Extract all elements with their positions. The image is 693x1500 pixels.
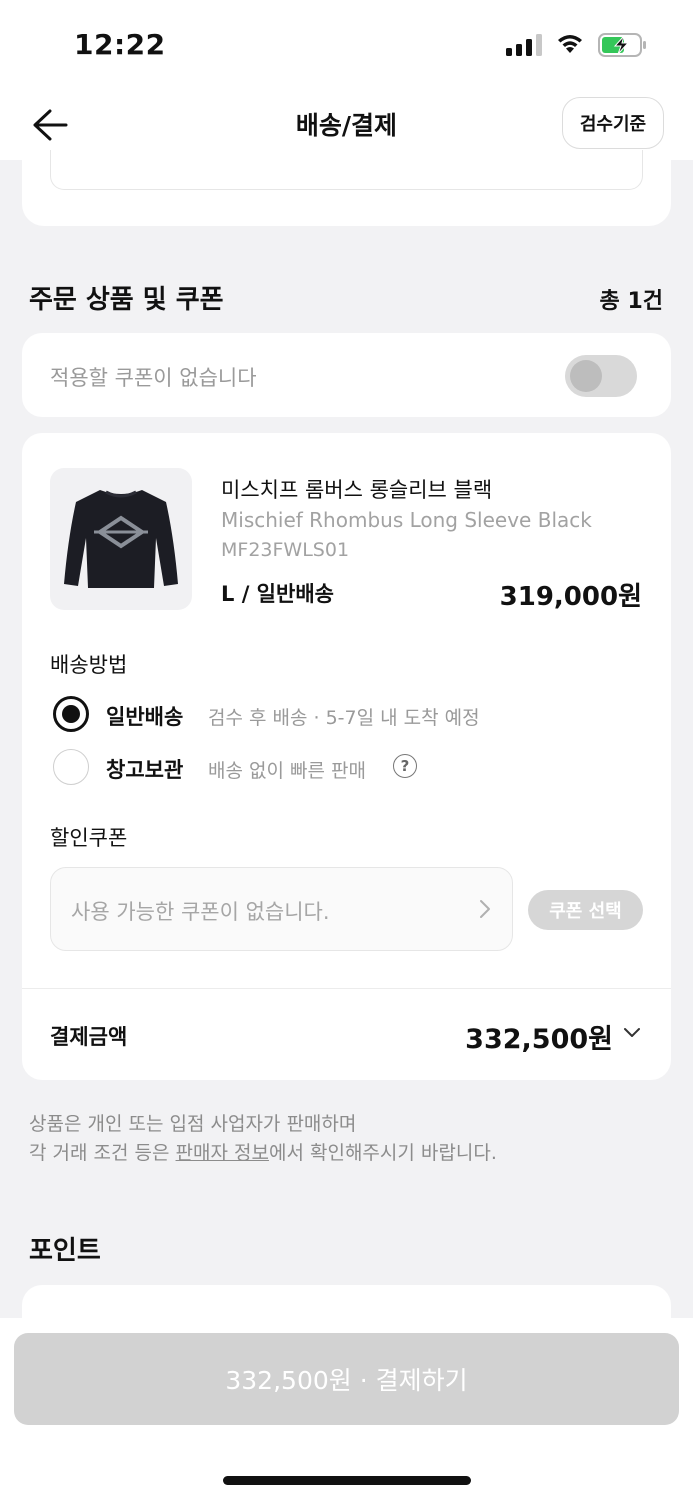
previous-section-card [22, 150, 671, 226]
product-name-ko: 미스치프 롬버스 롱슬리브 블랙 [221, 478, 493, 502]
shipping-standard-desc: 검수 후 배송 · 5-7일 내 도착 예정 [208, 707, 480, 729]
coupon-select-field[interactable]: 사용 가능한 쿠폰이 없습니다. [50, 867, 513, 951]
payment-amount-value[interactable]: 332,500원 [465, 1017, 613, 1056]
previous-input-field[interactable] [50, 150, 643, 190]
pay-button[interactable]: 332,500원 · 결제하기 [14, 1333, 679, 1425]
shipping-storage-radio[interactable] [53, 749, 89, 785]
toggle-knob [570, 360, 602, 392]
chevron-down-icon[interactable] [623, 1027, 641, 1039]
home-indicator [223, 1476, 471, 1485]
divider [22, 988, 671, 989]
bottom-bar: 332,500원 · 결제하기 [0, 1318, 693, 1500]
product-code: MF23FWLS01 [221, 539, 350, 561]
coupon-placeholder: 사용 가능한 쿠폰이 없습니다. [71, 900, 330, 924]
status-bar: 12:22 [0, 0, 693, 90]
product-price: 319,000원 [499, 582, 642, 612]
notice-line-1: 상품은 개인 또는 입점 사업자가 판매하며 [29, 1113, 357, 1135]
product-name-en: Mischief Rhombus Long Sleeve Black [221, 508, 592, 532]
shipping-storage-label[interactable]: 창고보관 [106, 754, 183, 784]
order-section-title: 주문 상품 및 쿠폰 [29, 285, 224, 315]
product-image [50, 468, 192, 610]
seller-info-link[interactable]: 판매자 정보 [176, 1142, 269, 1164]
coupon-apply-toggle[interactable] [565, 355, 637, 397]
product-option: L / 일반배송 [221, 582, 334, 606]
long-sleeve-shirt-icon [64, 490, 178, 588]
wifi-icon [558, 35, 582, 53]
help-icon[interactable]: ? [393, 754, 417, 778]
seller-notice: 상품은 개인 또는 입점 사업자가 판매하며 각 거래 조건 등은 판매자 정보… [29, 1110, 497, 1168]
shipping-method-label: 배송방법 [50, 653, 128, 677]
chevron-right-icon [480, 900, 490, 918]
inspection-criteria-button[interactable]: 검수기준 [562, 97, 664, 149]
discount-coupon-label: 할인쿠폰 [50, 826, 128, 850]
points-section-title: 포인트 [29, 1236, 101, 1266]
shipping-standard-radio[interactable] [53, 696, 89, 732]
order-item-card: 미스치프 롬버스 롱슬리브 블랙 Mischief Rhombus Long S… [22, 433, 671, 1080]
battery-charging-icon [598, 33, 646, 57]
cellular-signal-icon [506, 34, 542, 56]
order-count: 총 1건 [599, 289, 663, 314]
coupon-apply-text: 적용할 쿠폰이 없습니다 [50, 366, 257, 390]
coupon-select-button[interactable]: 쿠폰 선택 [528, 890, 643, 930]
shipping-storage-desc: 배송 없이 빠른 판매 [208, 760, 366, 782]
payment-amount-label: 결제금액 [50, 1025, 128, 1049]
notice-prefix: 각 거래 조건 등은 [29, 1142, 176, 1164]
shipping-standard-label[interactable]: 일반배송 [106, 701, 183, 731]
status-time: 12:22 [74, 28, 166, 61]
notice-line-2: 각 거래 조건 등은 판매자 정보에서 확인해주시기 바랍니다. [29, 1139, 497, 1168]
coupon-apply-card: 적용할 쿠폰이 없습니다 [22, 333, 671, 417]
notice-suffix: 에서 확인해주시기 바랍니다. [268, 1142, 497, 1164]
